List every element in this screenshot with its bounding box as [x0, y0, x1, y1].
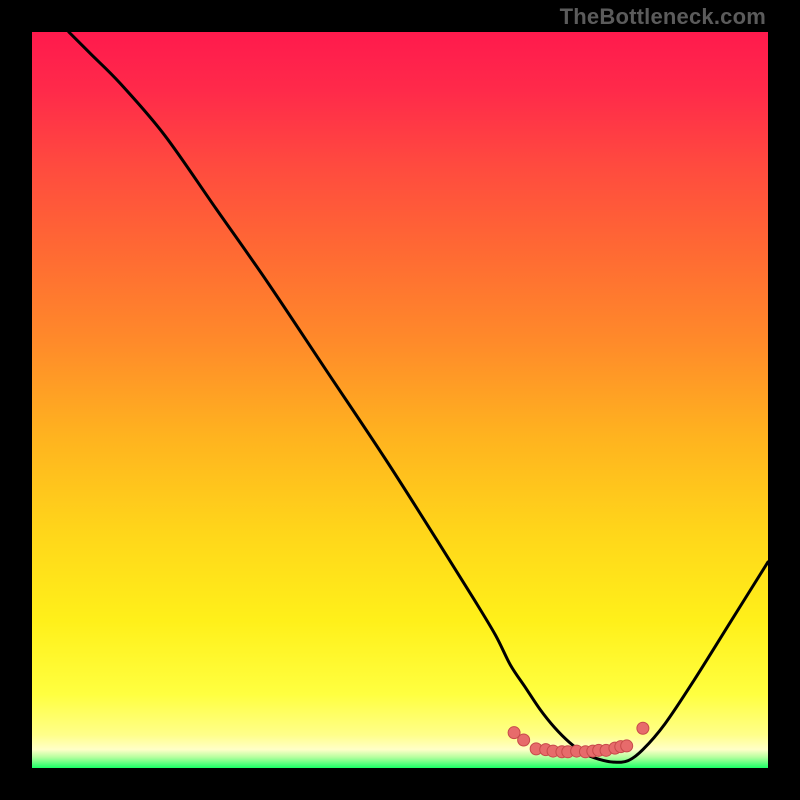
marker-group	[508, 722, 649, 758]
curve-layer	[32, 32, 768, 768]
marker-dot	[637, 722, 649, 734]
watermark-text: TheBottleneck.com	[560, 4, 766, 30]
plot-area	[32, 32, 768, 768]
marker-dot	[621, 740, 633, 752]
marker-dot	[518, 734, 530, 746]
outer-frame: TheBottleneck.com	[0, 0, 800, 800]
bottleneck-curve	[69, 32, 768, 762]
